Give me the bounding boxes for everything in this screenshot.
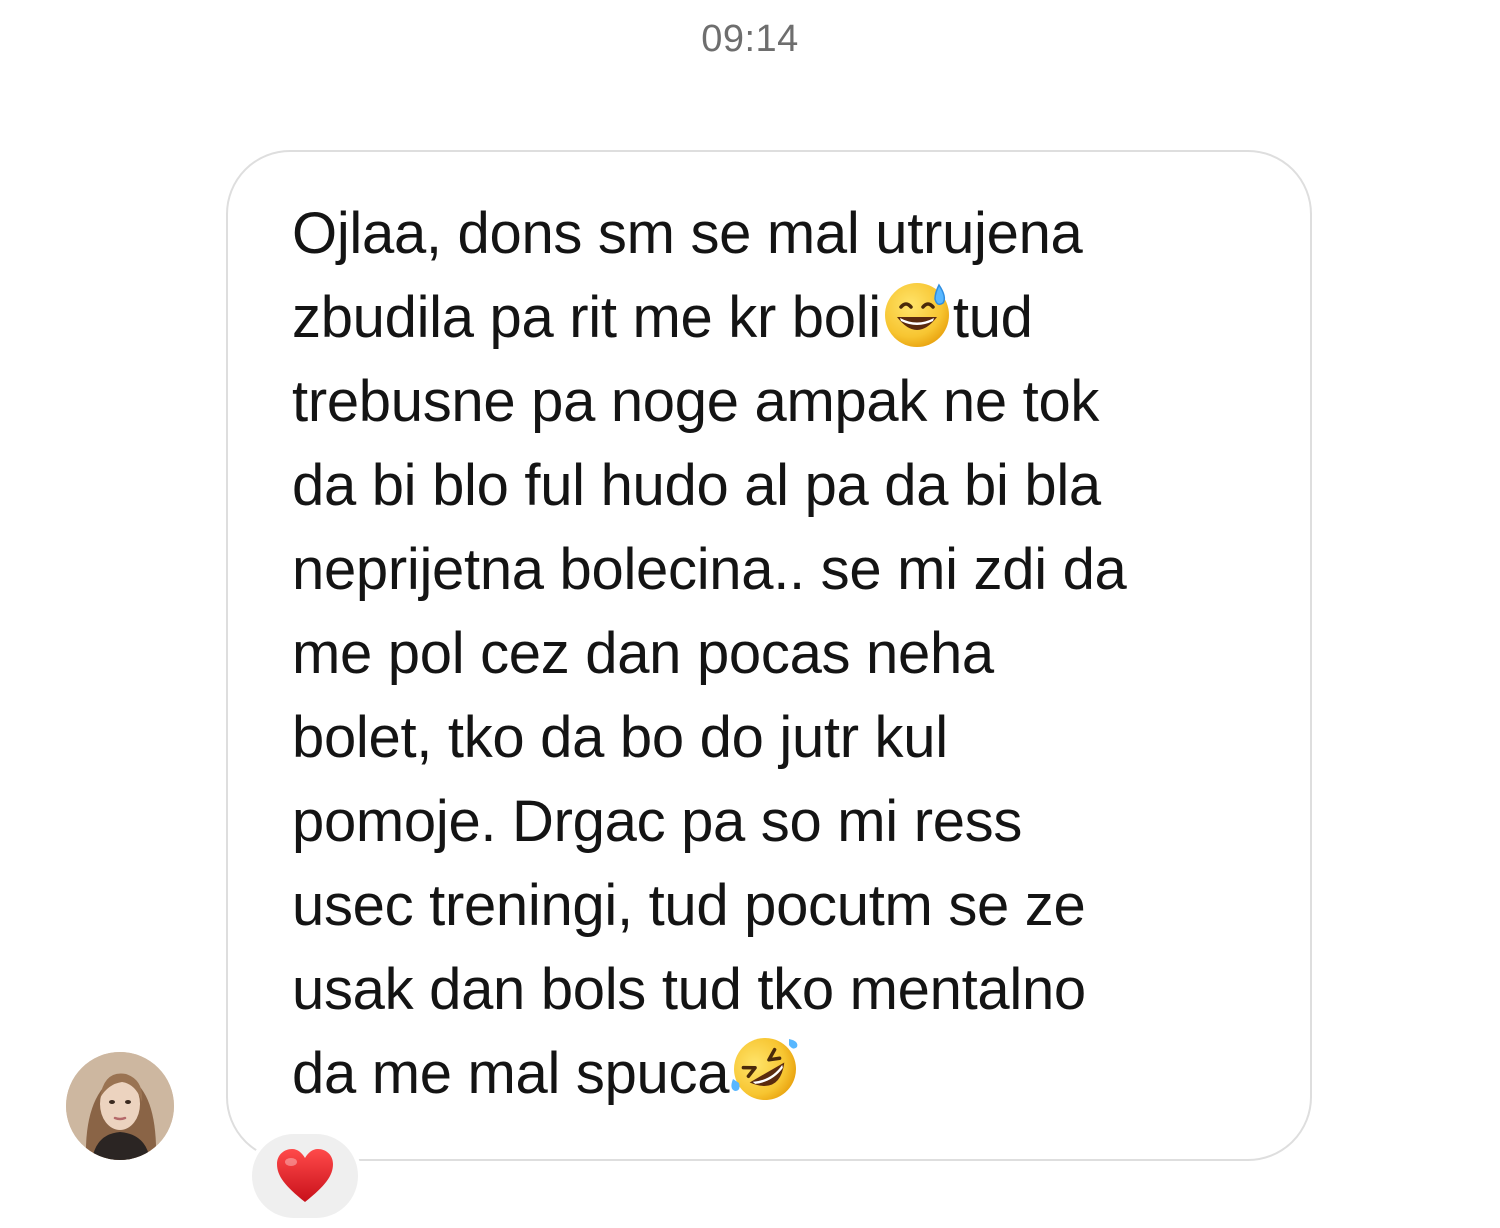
grinning-face-with-sweat-icon (884, 283, 949, 347)
message-line: usec treningi, tud pocutm se ze (292, 873, 1086, 938)
message-line: neprijetna bolecina.. se mi zdi da (292, 537, 1127, 602)
message-line: me pol cez dan pocas neha (292, 621, 994, 686)
message-line: usak dan bols tud tko mentalno (292, 957, 1086, 1022)
rolling-on-floor-laughing-icon (731, 1038, 798, 1100)
message-line: bolet, tko da bo do jutr kul (292, 705, 948, 770)
message-text: Ojlaa, dons sm se mal utrujena zbudila p… (292, 192, 1292, 1116)
message-line: Ojlaa, dons sm se mal utrujena (292, 201, 1083, 266)
reaction-badge[interactable] (248, 1130, 362, 1222)
sender-avatar[interactable] (66, 1052, 174, 1160)
message-line: pomoje. Drgac pa so mi ress (292, 789, 1023, 854)
message-line-with-emoji: zbudila pa rit me kr boli tud (292, 276, 1292, 360)
message-line: tud (952, 285, 1033, 350)
message-line: zbudila pa rit me kr boli (292, 285, 881, 350)
message-line: da bi blo ful hudo al pa da bi bla (292, 453, 1101, 518)
red-heart-icon (277, 1149, 333, 1202)
profile-photo-avatar (66, 1052, 174, 1160)
message-timestamp: 09:14 (701, 18, 799, 60)
message-line-with-emoji: da me mal spuca (292, 1032, 1292, 1116)
chat-screen: 09:14 Ojlaa, dons sm se mal utrujena zbu… (0, 0, 1500, 1228)
message-line: da me mal spuca (292, 1041, 730, 1106)
message-bubble[interactable]: Ojlaa, dons sm se mal utrujena zbudila p… (226, 150, 1312, 1161)
message-line: trebusne pa noge ampak ne tok (292, 369, 1100, 434)
